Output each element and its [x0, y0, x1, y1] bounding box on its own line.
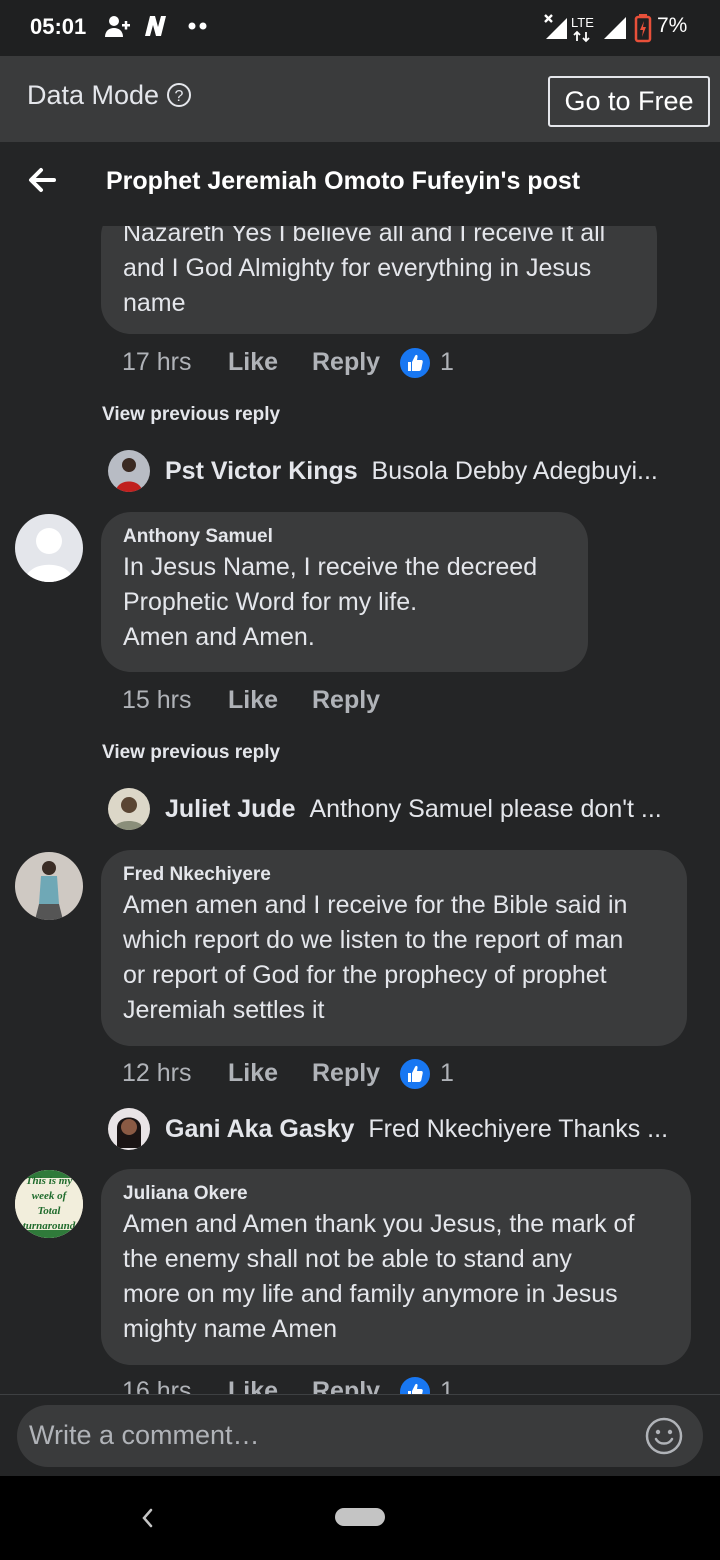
go-to-free-button[interactable]: Go to Free: [548, 76, 710, 127]
comment-meta: 17 hrs Like Reply 1: [122, 346, 522, 382]
data-mode-label: Data Mode: [27, 80, 160, 110]
avatar[interactable]: [15, 514, 83, 582]
home-pill[interactable]: [335, 1508, 385, 1526]
page-title: Prophet Jeremiah Omoto Fufeyin's post: [106, 167, 581, 195]
signal-icon: [604, 17, 626, 39]
lte-icon: LTE: [571, 15, 594, 43]
more-notifications-icon: [188, 22, 207, 30]
add-person-icon: [105, 16, 130, 37]
reply-author: Pst Victor Kings Busola Debby Adegbuyi..…: [165, 457, 658, 485]
reaction-count: 1: [440, 1059, 454, 1087]
reply-link[interactable]: Reply: [312, 686, 380, 715]
comment-composer: Write a comment…: [0, 1394, 720, 1476]
reply-text: Fred Nkechiyere Thanks ...: [368, 1115, 669, 1143]
comment-bubble[interactable]: Anthony Samuel In Jesus Name, I receive …: [101, 512, 588, 672]
reply-author: Gani Aka Gasky Fred Nkechiyere Thanks ..…: [165, 1115, 669, 1143]
view-previous-reply[interactable]: View previous reply: [102, 742, 280, 764]
reply-preview[interactable]: Juliet Jude Anthony Samuel please don't …: [108, 788, 708, 832]
reply-author: Juliet Jude Anthony Samuel please don't …: [165, 795, 662, 823]
comment-meta: 15 hrs Like Reply: [122, 686, 522, 720]
comment-text: Amen and Amen thank you Jesus, the mark …: [123, 1210, 635, 1343]
reply-preview[interactable]: Gani Aka Gasky Fred Nkechiyere Thanks ..…: [108, 1108, 708, 1152]
reply-link[interactable]: Reply: [312, 1059, 380, 1088]
status-time: 05:01: [30, 14, 87, 39]
comment-author[interactable]: Fred Nkechiyere: [123, 862, 665, 888]
comment-meta: 12 hrs Like Reply 1: [122, 1057, 522, 1093]
avatar[interactable]: This is my week of Total turnaround: [15, 1170, 83, 1238]
like-link[interactable]: Like: [228, 348, 278, 377]
comment-author[interactable]: Juliana Okere: [123, 1181, 669, 1207]
comment-bubble[interactable]: Juliana Okere Amen and Amen thank you Je…: [101, 1169, 691, 1365]
reaction-count: 1: [440, 1377, 454, 1394]
avatar-caption: turnaround: [22, 1220, 76, 1232]
post-header: Prophet Jeremiah Omoto Fufeyin's post: [0, 142, 720, 226]
comment-time: 16 hrs: [122, 1377, 192, 1394]
n-app-icon: [145, 16, 166, 36]
avatar[interactable]: [108, 450, 150, 492]
avatar[interactable]: [108, 1108, 150, 1150]
view-previous-reply[interactable]: View previous reply: [102, 404, 280, 426]
status-bar: 05:01 LTE 7%: [0, 0, 720, 56]
emoji-icon[interactable]: [643, 1415, 685, 1457]
signal-x-icon: [544, 14, 567, 39]
comment-meta: 16 hrs Like Reply 1: [122, 1375, 522, 1394]
like-link[interactable]: Like: [228, 1377, 278, 1394]
back-arrow-icon[interactable]: [26, 164, 58, 196]
reply-link[interactable]: Reply: [312, 348, 380, 377]
data-mode-bar: Data Mode ? Go to Free: [0, 56, 720, 142]
reaction-count: 1: [440, 348, 454, 376]
comment-time: 15 hrs: [122, 686, 192, 714]
reply-text: Busola Debby Adegbuyi...: [371, 457, 658, 485]
avatar-caption: Total: [37, 1205, 61, 1217]
comment-bubble[interactable]: Fred Nkechiyere Amen amen and I receive …: [101, 850, 687, 1046]
svg-text:?: ?: [175, 88, 184, 105]
nav-back-icon[interactable]: [136, 1504, 158, 1532]
comment-time: 17 hrs: [122, 348, 192, 376]
reply-link[interactable]: Reply: [312, 1377, 380, 1394]
system-nav-bar: [0, 1476, 720, 1560]
like-link[interactable]: Like: [228, 1059, 278, 1088]
comment-placeholder: Write a comment…: [29, 1420, 260, 1450]
battery-percent: 7%: [657, 14, 688, 37]
comment-input[interactable]: Write a comment…: [17, 1405, 703, 1467]
reply-text: Anthony Samuel please don't ...: [309, 795, 662, 823]
comment-text: In Jesus Name, I receive the decreed Pro…: [123, 553, 538, 651]
battery-low-icon: [634, 14, 652, 43]
comment-text: Nazareth Yes I believe all and I receive…: [123, 226, 606, 317]
avatar-caption: week of: [31, 1190, 67, 1202]
comment-text: Amen amen and I receive for the Bible sa…: [123, 891, 628, 1024]
comments-feed[interactable]: Nazareth Yes I believe all and I receive…: [0, 226, 720, 1394]
comment-time: 12 hrs: [122, 1059, 192, 1087]
like-reaction-icon[interactable]: [398, 1375, 432, 1394]
like-reaction-icon[interactable]: [398, 1057, 432, 1091]
comment-author[interactable]: Anthony Samuel: [123, 524, 566, 550]
avatar[interactable]: [108, 788, 150, 830]
like-link[interactable]: Like: [228, 686, 278, 715]
comment-bubble[interactable]: Nazareth Yes I believe all and I receive…: [101, 226, 657, 334]
avatar[interactable]: [15, 852, 83, 920]
reply-preview[interactable]: Pst Victor Kings Busola Debby Adegbuyi..…: [108, 450, 708, 494]
help-icon[interactable]: ?: [166, 82, 192, 108]
avatar-caption: This is my: [25, 1175, 73, 1187]
svg-text:LTE: LTE: [571, 15, 594, 30]
like-reaction-icon[interactable]: [398, 346, 432, 380]
